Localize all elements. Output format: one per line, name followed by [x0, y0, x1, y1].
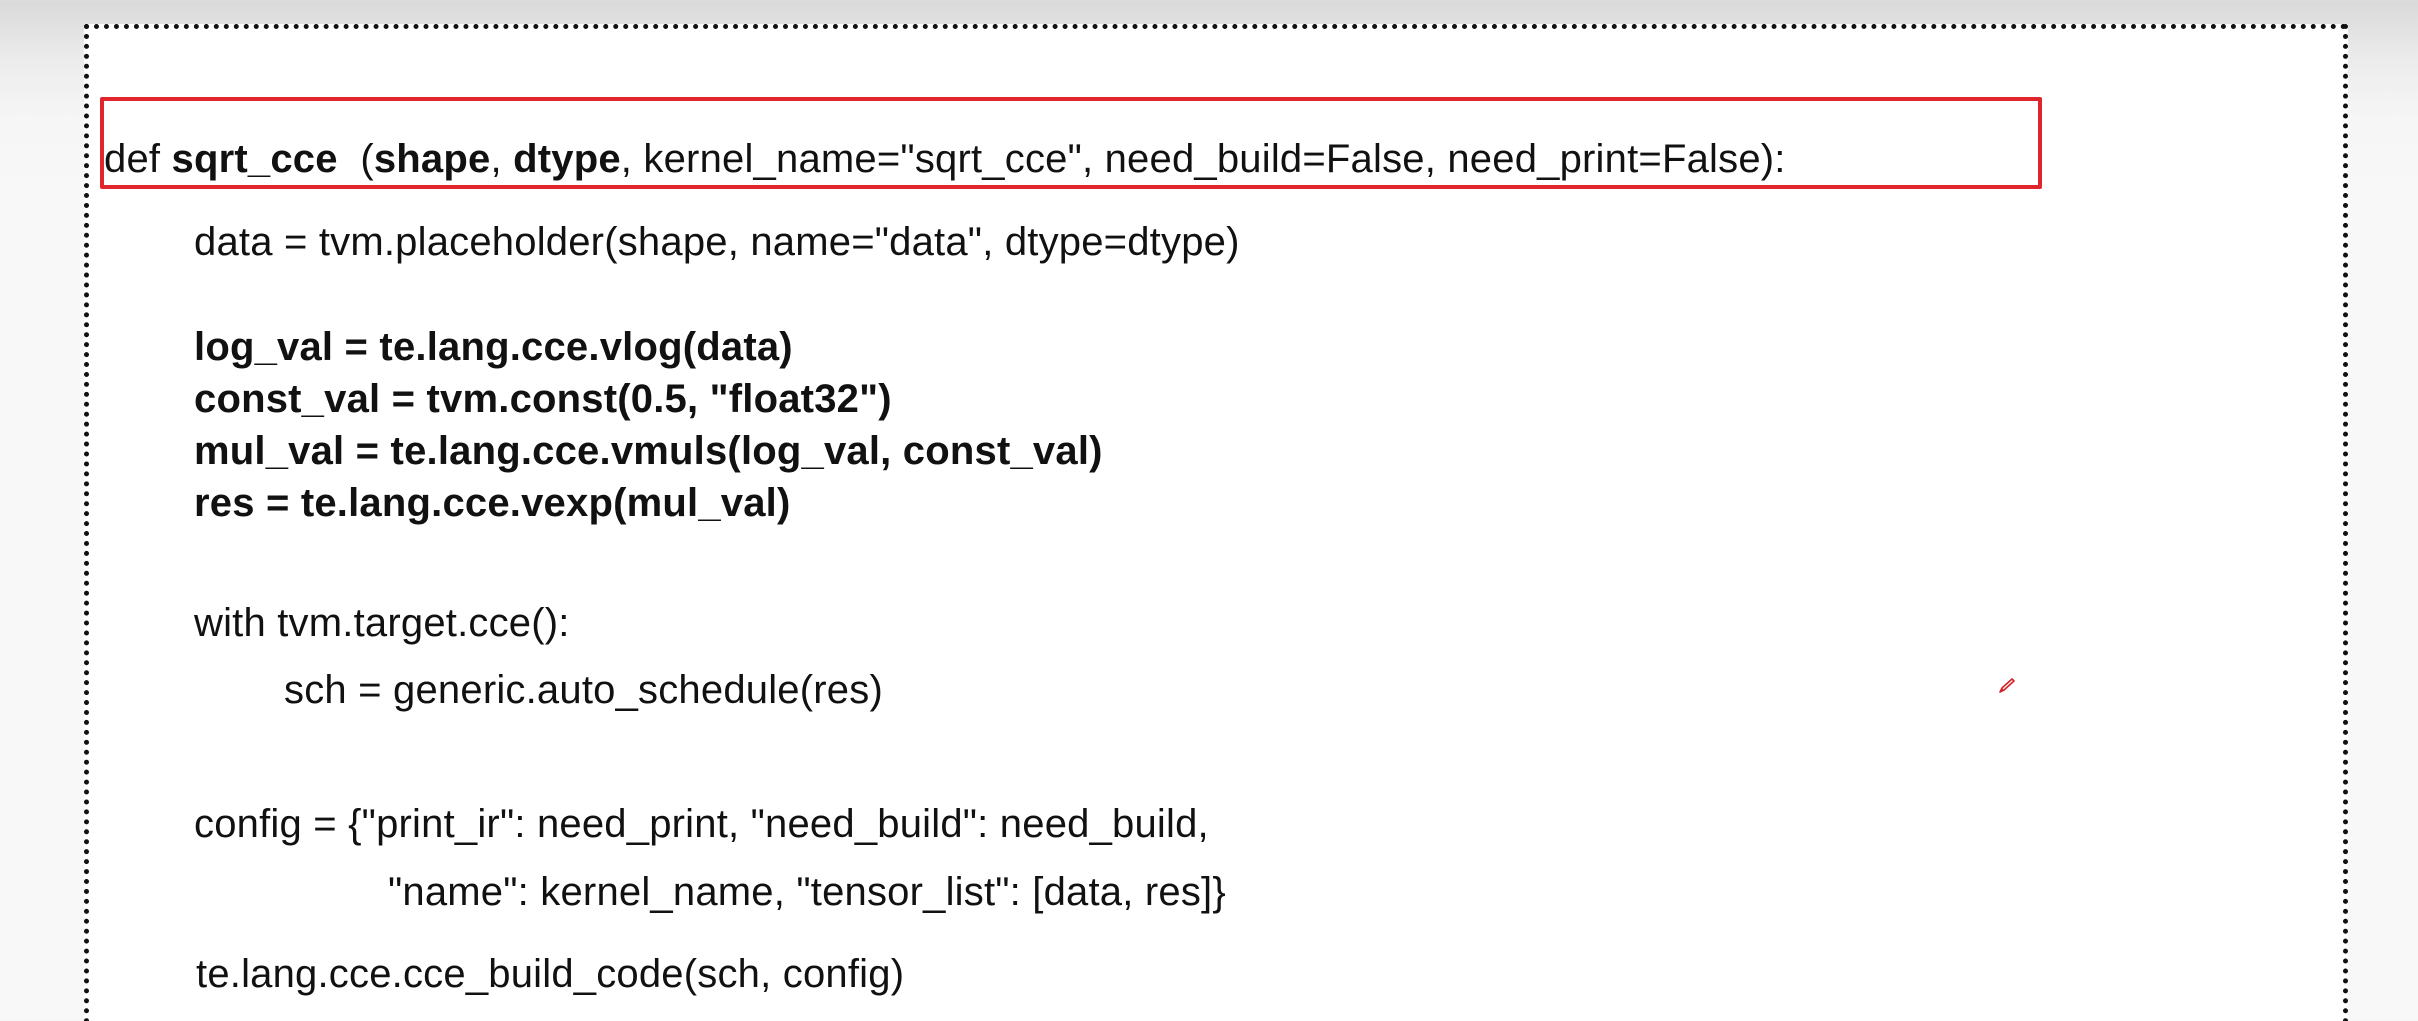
function-name: sqrt_cce	[171, 137, 338, 181]
build-line: te.lang.cce.cce_build_code(sch, config)	[196, 952, 905, 996]
param-shape: shape	[373, 137, 491, 181]
def-sep: ,	[490, 137, 514, 181]
def-gap: (	[337, 137, 374, 181]
with-line: with tvm.target.cce():	[194, 601, 570, 645]
compute-line-res: res = te.lang.cce.vexp(mul_val)	[194, 481, 791, 525]
config-line-1: config = {"print_ir": need_print, "need_…	[194, 802, 1209, 846]
placeholder-line: data = tvm.placeholder(shape, name="data…	[194, 220, 1240, 264]
compute-line-const: const_val = tvm.const(0.5, "float32")	[194, 377, 892, 421]
compute-line-mul: mul_val = te.lang.cce.vmuls(log_val, con…	[194, 429, 1103, 473]
def-line: def sqrt_cce (shape, dtype, kernel_name=…	[104, 139, 1786, 179]
config-line-2: "name": kernel_name, "tensor_list": [dat…	[388, 870, 1226, 914]
compute-line-log: log_val = te.lang.cce.vlog(data)	[194, 325, 793, 369]
pen-icon	[1999, 678, 2015, 693]
schedule-line: sch = generic.auto_schedule(res)	[284, 668, 883, 712]
def-rest: , kernel_name="sqrt_cce", need_build=Fal…	[620, 137, 1786, 181]
param-dtype: dtype	[513, 137, 621, 181]
def-keyword: def	[104, 137, 172, 181]
